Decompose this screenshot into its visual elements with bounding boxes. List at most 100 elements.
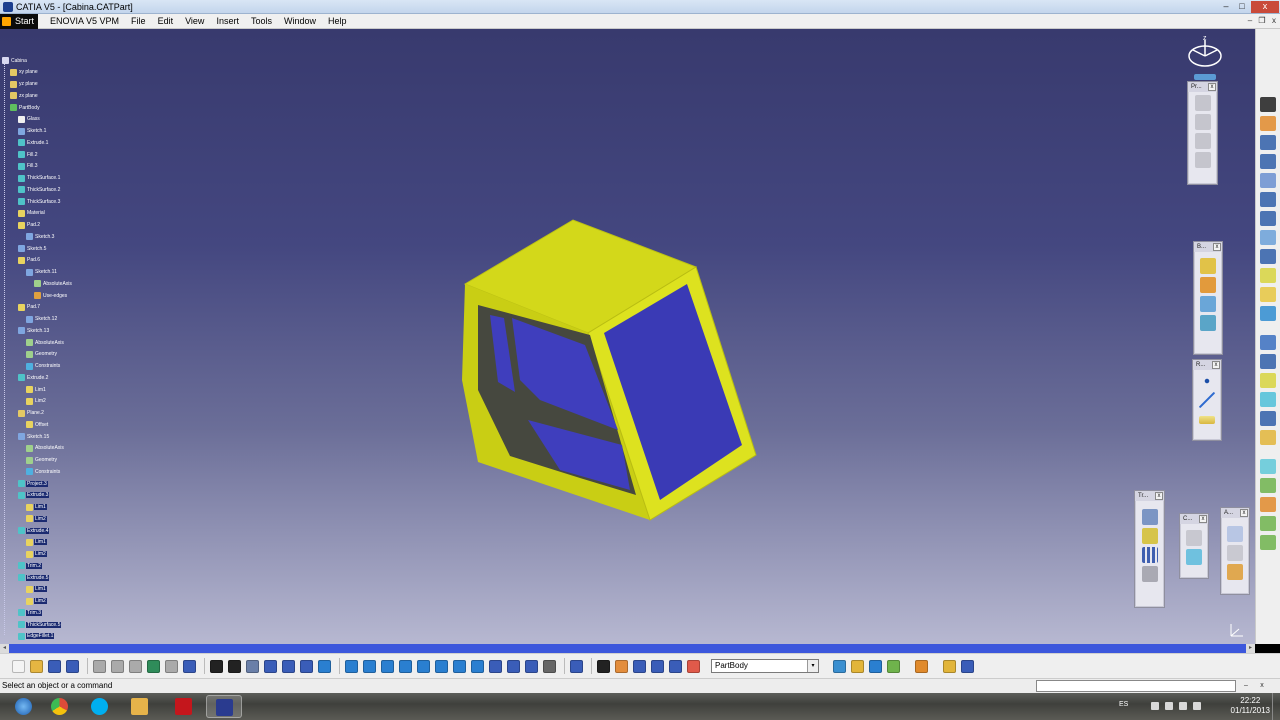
tree-node[interactable]: Pad.7 (18, 302, 41, 313)
sketch-icon[interactable] (943, 659, 956, 673)
annotation-icon[interactable] (1227, 564, 1243, 580)
rib-icon[interactable] (1260, 211, 1276, 226)
save-icon[interactable] (48, 659, 61, 673)
tree-node[interactable]: xy plane (10, 67, 39, 78)
tools-icon[interactable] (246, 659, 259, 673)
product-icon[interactable] (1194, 95, 1211, 111)
menu-enovia[interactable]: ENOVIA V5 VPM (44, 16, 125, 26)
tree-node[interactable]: Extrude.1 (18, 137, 49, 148)
open-icon[interactable] (30, 659, 43, 673)
tree-node[interactable]: Trim.2 (18, 560, 42, 571)
thick-surface-icon[interactable] (1260, 459, 1276, 474)
tree-node[interactable]: Material (18, 208, 46, 219)
tree-node[interactable]: Geometry (26, 455, 58, 466)
taskbar-explorer[interactable] (122, 695, 158, 718)
boolean-icon[interactable] (1200, 315, 1216, 331)
toolbox-reference[interactable]: R... x (1192, 359, 1222, 441)
tree-node[interactable]: Sketch.13 (18, 325, 50, 336)
3d-axis-icon[interactable] (651, 659, 664, 673)
start-menu[interactable]: Start (0, 13, 39, 29)
chamfer-icon[interactable] (1260, 306, 1276, 321)
doc-restore-button[interactable]: ❐ (1256, 15, 1268, 27)
edge-fillet-icon[interactable] (1260, 287, 1276, 302)
refresh-icon[interactable] (887, 659, 900, 673)
minimize-button[interactable]: – (1219, 1, 1233, 13)
cut-icon[interactable] (93, 659, 106, 673)
tree-node[interactable]: Geometry (26, 349, 58, 360)
tree-node[interactable]: Sketch.11 (26, 267, 58, 278)
toolbox-close-button[interactable]: x (1208, 83, 1216, 91)
body-selector[interactable]: PartBody ▾ (711, 659, 819, 673)
menu-tools[interactable]: Tools (245, 16, 278, 26)
tree-node[interactable]: Sketch.1 (18, 126, 47, 137)
taskbar-acrobat[interactable] (166, 695, 202, 718)
publish-icon[interactable] (300, 659, 313, 673)
clock[interactable]: 22:22 01/11/2013 (1231, 696, 1270, 716)
close-button[interactable]: x (1251, 1, 1279, 13)
measure-icon[interactable] (1260, 516, 1276, 531)
annotation-icon[interactable] (1227, 526, 1243, 542)
tree-node[interactable]: Fill.2 (18, 149, 39, 160)
point-icon[interactable] (1199, 373, 1215, 389)
tree-node[interactable]: ThickSurface.3 (18, 196, 61, 207)
insert-body-icon[interactable] (851, 659, 864, 673)
tree-node[interactable]: Glass (18, 114, 41, 125)
tree-node[interactable]: Sketch.15 (18, 431, 50, 442)
rotate-icon[interactable] (381, 659, 394, 673)
pattern-icon[interactable] (1141, 547, 1158, 563)
doc-minimize-button[interactable]: – (1244, 15, 1256, 27)
render-icon[interactable] (669, 659, 682, 673)
table-icon[interactable] (264, 659, 277, 673)
iso-view-icon[interactable] (453, 659, 466, 673)
hole-icon[interactable] (1260, 192, 1276, 207)
snapshot-icon[interactable] (570, 659, 583, 673)
product-icon[interactable] (1194, 114, 1211, 130)
thickness-icon[interactable] (1260, 373, 1276, 388)
tree-node[interactable]: Extrude.3 (18, 490, 50, 501)
tree-node[interactable]: Fill.3 (18, 161, 39, 172)
param-icon[interactable] (687, 659, 700, 673)
whats-this-icon[interactable] (183, 659, 196, 673)
tree-node[interactable]: Project.3 (18, 478, 48, 489)
menu-view[interactable]: View (179, 16, 210, 26)
tree-node[interactable]: yz plane (10, 79, 39, 90)
cabin-part-model[interactable] (455, 217, 765, 522)
3d-viewport[interactable]: Cabina xy plane yz plane zx plane PartBody Gl… (0, 29, 1255, 644)
undo-icon[interactable] (147, 659, 160, 673)
menu-insert[interactable]: Insert (210, 16, 245, 26)
paste-icon[interactable] (129, 659, 142, 673)
knowledge-icon[interactable] (228, 659, 241, 673)
sketcher-icon[interactable] (1260, 97, 1276, 112)
grid-icon[interactable] (633, 659, 646, 673)
new-icon[interactable] (12, 659, 25, 673)
boolean-icon[interactable] (1200, 296, 1216, 312)
toolbox-boolean[interactable]: B... x (1193, 241, 1223, 355)
constraint-icon[interactable] (1186, 549, 1202, 565)
zoom-in-icon[interactable] (399, 659, 412, 673)
tree-node[interactable]: Pad.6 (18, 255, 41, 266)
tree-node[interactable]: Lim1 (26, 384, 47, 395)
shaft-icon[interactable] (1260, 173, 1276, 188)
draft-icon[interactable] (1260, 335, 1276, 350)
tree-node[interactable]: Lim2 (26, 513, 47, 524)
shell-icon[interactable] (1260, 354, 1276, 369)
tree-node[interactable]: AbsoluteAxis (34, 278, 73, 289)
multi-view-icon[interactable] (525, 659, 538, 673)
update-icon[interactable] (597, 659, 610, 673)
catalog-icon[interactable] (282, 659, 295, 673)
tree-node[interactable]: Sketch.12 (26, 314, 58, 325)
tree-node[interactable]: AbsoluteAxis (26, 337, 65, 348)
tree-node[interactable]: Constraints (26, 361, 61, 372)
toolbox-product[interactable]: Pr... x (1187, 81, 1218, 185)
formula-icon[interactable] (210, 659, 223, 673)
pan-icon[interactable] (363, 659, 376, 673)
material-icon[interactable] (915, 659, 928, 673)
doc-close-button[interactable]: x (1268, 15, 1280, 27)
tree-node[interactable]: Lim1 (26, 502, 47, 513)
tree-node[interactable]: zx plane (10, 90, 39, 101)
normal-view-icon[interactable] (435, 659, 448, 673)
flag-icon[interactable] (1165, 702, 1173, 710)
tree-node[interactable]: Pad.2 (18, 220, 41, 231)
volume-icon[interactable] (1193, 702, 1201, 710)
maximize-button[interactable]: □ (1235, 1, 1249, 13)
